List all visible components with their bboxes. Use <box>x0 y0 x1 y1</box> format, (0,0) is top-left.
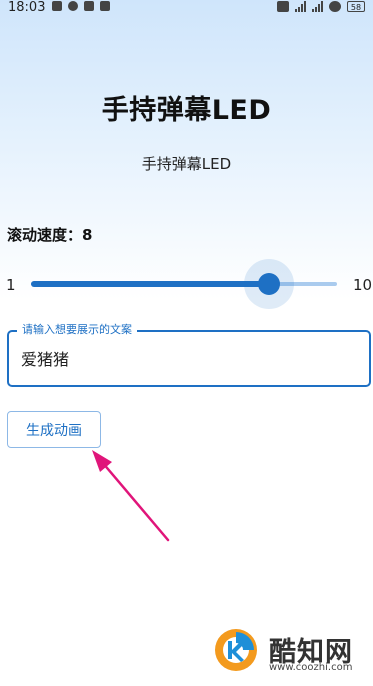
slider-max-label: 10 <box>353 276 373 294</box>
crown-icon <box>52 1 62 11</box>
signal-icon-2 <box>312 1 323 12</box>
page-title: 手持弹幕LED <box>101 95 272 126</box>
status-bar: 18:03 58 <box>0 0 373 16</box>
app-notification-icon <box>68 1 78 11</box>
page-subtitle: 手持弹幕LED <box>141 155 232 173</box>
battery-icon: 58 <box>347 1 365 12</box>
speed-label: 滚动速度：8 <box>7 226 93 244</box>
watermark: 酷知网 www.coozhi.com <box>213 625 373 680</box>
slider-min-label: 1 <box>6 276 16 294</box>
generate-animation-button[interactable]: 生成动画 <box>7 411 101 448</box>
status-time: 18:03 <box>8 0 46 15</box>
status-system-icons: 58 <box>277 1 365 12</box>
header-gradient-background <box>0 0 373 300</box>
signal-icon <box>295 1 306 12</box>
media-notification-icon <box>84 1 94 11</box>
watermark-url: www.coozhi.com <box>269 662 353 673</box>
speed-slider[interactable] <box>31 258 337 310</box>
store-notification-icon <box>100 1 110 11</box>
slider-thumb[interactable] <box>258 273 280 295</box>
message-text-field[interactable]: 请输入想要展示的文案 <box>7 323 371 387</box>
text-field-label: 请输入想要展示的文案 <box>17 323 137 337</box>
hd-icon <box>277 1 289 12</box>
wifi-icon <box>329 1 341 12</box>
status-notification-icons <box>52 1 110 11</box>
watermark-logo-icon <box>215 629 257 671</box>
slider-fill <box>31 281 269 287</box>
message-input[interactable] <box>21 347 351 369</box>
